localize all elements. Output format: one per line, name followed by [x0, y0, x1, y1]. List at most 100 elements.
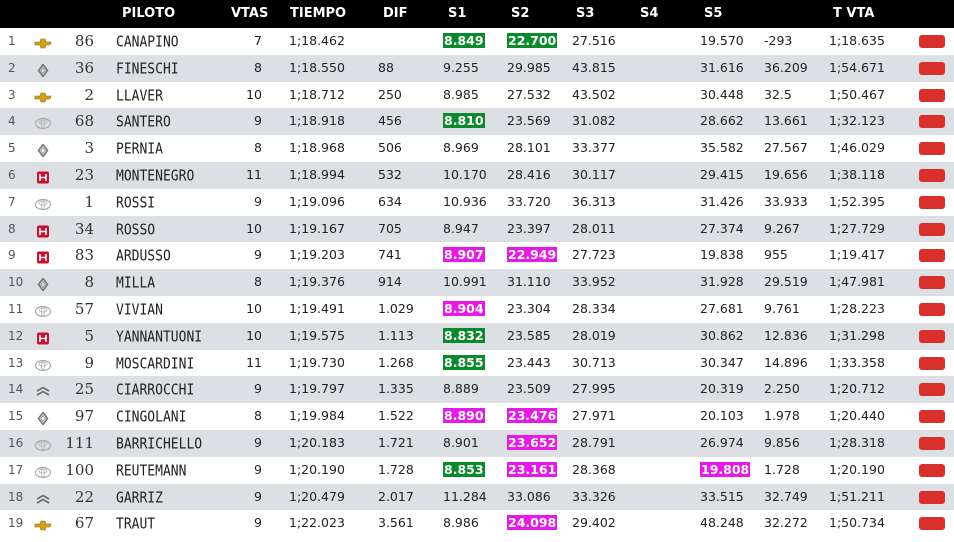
toyota-logo-icon	[34, 303, 52, 318]
sector-3: 28.368	[572, 461, 616, 477]
header-s4: S4	[640, 6, 659, 21]
extra-value: 27.567	[764, 140, 808, 156]
position: 6	[8, 168, 16, 182]
extra-value: 29.519	[764, 274, 808, 290]
row-action-button[interactable]	[919, 88, 945, 102]
best-time: 1;18.550	[289, 59, 345, 75]
position: 14	[8, 382, 24, 397]
position: 19	[8, 516, 24, 531]
gap: 1.728	[378, 461, 414, 477]
laps: 8	[254, 274, 262, 290]
last-lap-time: 1;51.211	[829, 488, 885, 504]
laps: 9	[254, 193, 262, 209]
honda-logo-icon	[34, 223, 52, 238]
sector-1: 10.991	[443, 274, 487, 290]
position: 2	[8, 60, 16, 75]
car-number: 83	[74, 246, 94, 265]
position: 9	[8, 248, 16, 263]
last-lap-time: 1;50.734	[829, 515, 885, 531]
last-lap-time: 1;28.318	[829, 435, 885, 450]
sector-2: 22.949	[507, 247, 558, 263]
sector-2: 23.443	[507, 354, 551, 370]
honda-logo-icon	[34, 169, 52, 184]
sector-3: 29.402	[572, 515, 616, 531]
extra-value: 33.933	[764, 193, 808, 209]
row-action-button[interactable]	[919, 61, 945, 75]
sector-2: 23.161	[507, 461, 558, 477]
position: 18	[8, 489, 24, 504]
extra-value: 32.5	[764, 86, 792, 102]
sector-3: 33.326	[572, 488, 616, 504]
last-lap-time: 1;46.029	[829, 140, 885, 156]
row-action-button[interactable]	[919, 303, 945, 316]
extra-value: 32.272	[764, 515, 808, 531]
gap: 634	[378, 193, 402, 209]
table-header: PILOTO VTAS TIEMPO DIF S1 S2 S3 S4 S5 T …	[0, 0, 954, 28]
row-action-button[interactable]	[919, 35, 945, 48]
sector-3: 33.377	[572, 140, 616, 156]
car-number: 36	[74, 58, 94, 77]
last-lap-time: 1;20.440	[829, 408, 885, 424]
table-row: 9 83 ARDUSSO 9 1;19.203 741 8.907 22.949 27.723 1…	[0, 242, 954, 270]
best-time: 1;19.984	[289, 408, 345, 424]
position: 3	[8, 87, 16, 102]
row-action-button[interactable]	[919, 437, 945, 450]
gap: 914	[378, 274, 402, 290]
row-action-button[interactable]	[919, 142, 945, 156]
car-number: 22	[74, 487, 94, 506]
sector-2: 31.110	[507, 274, 551, 290]
car-number: 68	[74, 112, 94, 131]
renault-logo-icon	[34, 62, 52, 78]
sector-5: 30.862	[700, 327, 744, 343]
car-number: 100	[65, 460, 94, 479]
laps: 7	[254, 33, 262, 48]
sector-2: 23.569	[507, 113, 551, 129]
row-action-button[interactable]	[919, 222, 945, 236]
row-action-button[interactable]	[919, 410, 945, 424]
sector-2: 22.700	[507, 33, 558, 48]
laps: 8	[254, 408, 262, 424]
extra-value: 1.978	[764, 408, 800, 424]
table-row: 11 57 VIVIAN 10 1;19.491 1.029 8.904 23.304 28.3…	[0, 296, 954, 323]
sector-3: 43.815	[572, 59, 616, 75]
sector-5: 48.248	[700, 515, 744, 531]
row-action-button[interactable]	[919, 383, 945, 397]
last-lap-time: 1;32.123	[829, 113, 885, 129]
laps: 9	[254, 515, 262, 531]
row-action-button[interactable]	[919, 329, 945, 343]
sector-2: 24.098	[507, 515, 558, 531]
row-action-button[interactable]	[919, 195, 945, 209]
table-row: 6 23 MONTENEGRO 11 1;18.994 532 10.170 28.416 30…	[0, 162, 954, 189]
laps: 10	[246, 220, 262, 236]
last-lap-time: 1;20.190	[829, 461, 885, 477]
car-number: 86	[74, 32, 94, 50]
sector-1: 8.810	[443, 113, 485, 129]
row-action-button[interactable]	[919, 517, 945, 531]
row-action-button[interactable]	[919, 463, 945, 477]
sector-1: 11.284	[443, 488, 487, 504]
position: 10	[8, 275, 24, 290]
header-s1: S1	[448, 6, 467, 21]
car-number: 67	[74, 514, 94, 533]
car-number: 23	[74, 166, 94, 184]
laps: 9	[254, 488, 262, 504]
sector-5: 30.448	[700, 86, 744, 102]
row-action-button[interactable]	[919, 169, 945, 182]
last-lap-time: 1;18.635	[829, 33, 885, 48]
row-action-button[interactable]	[919, 249, 945, 263]
row-action-button[interactable]	[919, 490, 945, 504]
row-action-button[interactable]	[919, 115, 945, 129]
best-time: 1;22.023	[289, 515, 345, 531]
table-row: 5 3 PERNIA 8 1;18.968 506 8.969 28.101 33.377 35.…	[0, 135, 954, 162]
extra-value: 955	[764, 247, 788, 263]
row-action-button[interactable]	[919, 356, 945, 370]
sector-5: 20.103	[700, 408, 744, 424]
sector-2: 27.532	[507, 86, 551, 102]
extra-value: 12.836	[764, 327, 808, 343]
sector-3: 27.995	[572, 381, 616, 397]
last-lap-time: 1;19.417	[829, 247, 885, 263]
header-s5: S5	[704, 6, 723, 21]
row-action-button[interactable]	[919, 276, 945, 290]
table-row: 15 97 CINGOLANI 8 1;19.984 1.522 8.890 23.476 27…	[0, 403, 954, 430]
table-row: 19 67 TRAUT 9 1;22.023 3.561 8.986 24.098 29.402…	[0, 510, 954, 538]
